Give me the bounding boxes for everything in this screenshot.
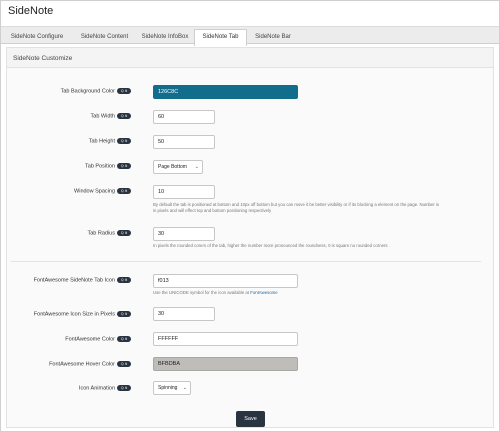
tab-background-color-input[interactable]: 126C8C xyxy=(153,85,298,99)
tab-bar: SideNote Configure SideNote Content Side… xyxy=(1,26,499,46)
tab-width-input[interactable]: 60 xyxy=(153,110,215,124)
info-badge[interactable]: Q It xyxy=(117,361,131,367)
info-badge[interactable]: Q It xyxy=(117,163,131,169)
label-text: Icon Animation xyxy=(78,385,115,392)
info-badge[interactable]: Q It xyxy=(117,311,131,317)
section-divider xyxy=(11,261,481,262)
info-badge[interactable]: Q It xyxy=(117,277,131,283)
save-button[interactable]: Save xyxy=(236,411,265,427)
select-value: Page Bottom xyxy=(158,164,187,170)
label-tab-radius: Tab Radius Q It xyxy=(87,230,131,236)
label-text: FontAwesome Color xyxy=(65,336,115,343)
tab-sidenote-bar[interactable]: SideNote Bar xyxy=(247,29,299,45)
tab-sidenote-infobox[interactable]: SideNote InfoBox xyxy=(136,29,194,45)
info-badge[interactable]: Q It xyxy=(117,88,131,94)
label-text: Tab Height xyxy=(88,138,115,145)
tab-sidenote-configure[interactable]: SideNote Configure xyxy=(1,29,73,45)
label-tab-background-color: Tab Background Color Q It xyxy=(61,88,131,94)
label-fontawesome-icon-size: FontAwesome Icon Size in Pixels Q It xyxy=(34,311,131,317)
label-fontawesome-tab-icon: FontAwesome SideNote Tab Icon Q It xyxy=(34,277,131,283)
window-spacing-help-line2: in pixels and will effect top and bottom… xyxy=(153,208,272,213)
label-text: Tab Radius xyxy=(87,230,115,237)
label-text: Tab Position xyxy=(85,163,115,170)
label-text: Tab Width xyxy=(90,113,115,120)
label-text: Tab Background Color xyxy=(60,88,115,95)
label-text: Window Spacing xyxy=(74,188,115,195)
fontawesome-hover-color-input[interactable]: BFBDBA xyxy=(153,357,298,371)
tab-sidenote-content[interactable]: SideNote Content xyxy=(73,29,136,45)
fontawesome-icon-help: Use the UNICODE symbol for the icon avai… xyxy=(153,290,278,296)
info-badge[interactable]: Q It xyxy=(117,230,131,236)
tab-radius-help: In pixels the rounded corers of the tab,… xyxy=(153,243,388,248)
info-badge[interactable]: Q It xyxy=(117,113,131,119)
panel-header: SideNote Customize xyxy=(7,48,493,68)
label-window-spacing: Window Spacing Q It xyxy=(74,188,131,194)
select-value: Spinning xyxy=(158,385,178,391)
tab-position-select[interactable]: Page Bottom ⌄ xyxy=(153,160,203,174)
chevron-down-icon: ⌄ xyxy=(182,385,187,391)
label-tab-height: Tab Height Q It xyxy=(89,138,131,144)
fontawesome-color-input[interactable]: FFFFFF xyxy=(153,332,298,346)
chevron-down-icon: ⌄ xyxy=(194,164,199,170)
tab-sidenote-tab[interactable]: SideNote Tab xyxy=(194,29,247,46)
info-badge[interactable]: Q It xyxy=(117,188,131,194)
label-text: FontAwesome Hover Color xyxy=(49,361,115,368)
panel-title: SideNote Customize xyxy=(13,55,73,62)
label-tab-position: Tab Position Q It xyxy=(85,163,131,169)
info-badge[interactable]: Q It xyxy=(117,336,131,342)
window-spacing-input[interactable]: 10 xyxy=(153,185,215,199)
label-text: FontAwesome Icon Size in Pixels xyxy=(33,311,115,318)
label-fontawesome-color: FontAwesome Color Q It xyxy=(65,336,131,342)
fontawesome-tab-icon-input[interactable]: f013 xyxy=(153,274,298,288)
label-fontawesome-hover-color: FontAwesome Hover Color Q It xyxy=(49,361,131,367)
info-badge[interactable]: Q It xyxy=(117,138,131,144)
icon-animation-select[interactable]: Spinning ⌄ xyxy=(153,381,191,395)
fontawesome-link[interactable]: FontAwesome xyxy=(250,290,277,295)
tab-radius-input[interactable]: 30 xyxy=(153,227,215,241)
help-text: Use the UNICODE symbol for the icon avai… xyxy=(153,290,251,295)
label-text: FontAwesome SideNote Tab Icon xyxy=(33,277,115,284)
app-title: SideNote xyxy=(8,5,54,17)
label-tab-width: Tab Width Q It xyxy=(91,113,131,119)
tab-height-input[interactable]: 50 xyxy=(153,135,215,149)
fontawesome-icon-size-input[interactable]: 30 xyxy=(153,307,215,321)
window-frame: SideNote SideNote Configure SideNote Con… xyxy=(0,0,500,432)
label-icon-animation: Icon Animation Q It xyxy=(79,385,131,391)
info-badge[interactable]: Q It xyxy=(117,385,131,391)
